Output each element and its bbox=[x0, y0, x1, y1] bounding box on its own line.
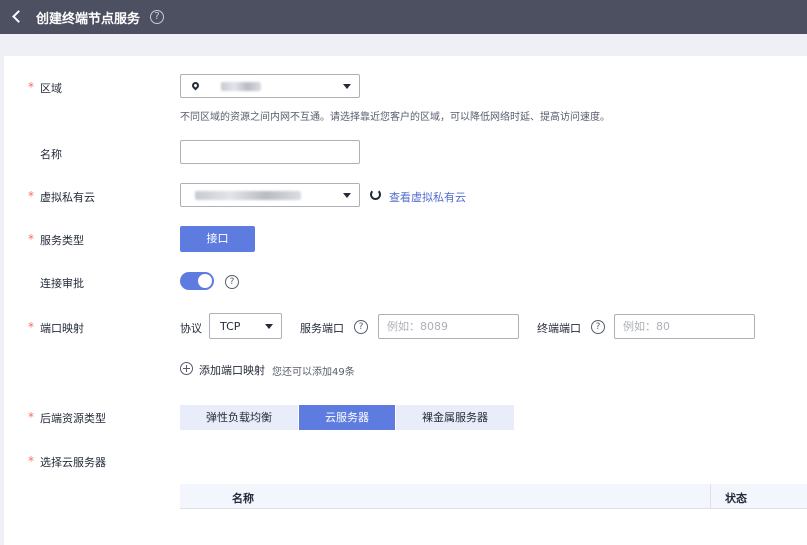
column-status[interactable]: 状态 bbox=[725, 490, 747, 506]
approval-toggle[interactable] bbox=[180, 272, 214, 290]
backend-type-label: 后端资源类型 bbox=[40, 412, 106, 425]
required-mark: * bbox=[28, 454, 34, 468]
remaining-hint: 您还可以添加49条 bbox=[272, 367, 355, 378]
name-label: 名称 bbox=[40, 148, 62, 161]
interface-type-button[interactable]: 接口 bbox=[180, 226, 255, 252]
add-circle-icon[interactable] bbox=[180, 362, 193, 375]
region-value-redacted bbox=[221, 82, 261, 91]
chevron-down-icon bbox=[265, 324, 273, 329]
help-icon[interactable]: ? bbox=[354, 320, 368, 334]
port-mapping-label: 端口映射 bbox=[40, 322, 84, 335]
add-port-mapping-link[interactable]: 添加端口映射 bbox=[199, 362, 265, 378]
region-label: 区域 bbox=[40, 82, 62, 95]
vpc-label: 虚拟私有云 bbox=[40, 191, 95, 204]
backend-option-ecs[interactable]: 云服务器 bbox=[299, 405, 395, 430]
back-arrow-icon[interactable] bbox=[10, 10, 24, 24]
refresh-icon[interactable] bbox=[370, 189, 381, 200]
protocol-select[interactable]: TCP bbox=[209, 313, 282, 339]
form-panel: * 区域 不同区域的资源之间内网不互通。请选择靠近您客户的区域，可以降低网络时延… bbox=[4, 56, 807, 545]
column-name[interactable]: 名称 bbox=[232, 490, 254, 506]
chevron-down-icon bbox=[343, 193, 351, 198]
chevron-down-icon bbox=[343, 84, 351, 89]
help-icon[interactable]: ? bbox=[591, 320, 605, 334]
protocol-label: 协议 bbox=[180, 322, 202, 335]
terminal-port-input[interactable] bbox=[614, 314, 755, 339]
protocol-value: TCP bbox=[220, 320, 241, 333]
name-input[interactable] bbox=[180, 140, 360, 164]
help-icon[interactable]: ? bbox=[150, 10, 165, 24]
service-port-label: 服务端口 bbox=[300, 322, 344, 335]
backend-option-elb[interactable]: 弹性负载均衡 bbox=[180, 405, 298, 430]
page-title: 创建终端节点服务 bbox=[36, 11, 141, 27]
required-mark: * bbox=[28, 232, 34, 246]
top-bar: 创建终端节点服务 ? bbox=[0, 0, 807, 34]
server-table-header: 名称 状态 bbox=[180, 484, 807, 509]
terminal-port-label: 终端端口 bbox=[537, 322, 581, 335]
required-mark: * bbox=[28, 80, 34, 94]
service-port-input[interactable] bbox=[378, 314, 519, 339]
vpc-select[interactable] bbox=[180, 183, 360, 207]
service-type-label: 服务类型 bbox=[40, 234, 84, 247]
view-vpc-link[interactable]: 查看虚拟私有云 bbox=[389, 189, 466, 205]
select-server-label: 选择云服务器 bbox=[40, 456, 106, 469]
column-divider bbox=[710, 484, 711, 509]
region-select[interactable] bbox=[180, 74, 360, 98]
approval-label: 连接审批 bbox=[40, 277, 84, 290]
location-pin-icon bbox=[190, 80, 201, 91]
required-mark: * bbox=[28, 189, 34, 203]
vpc-value-redacted bbox=[195, 191, 301, 200]
region-hint: 不同区域的资源之间内网不互通。请选择靠近您客户的区域，可以降低网络时延、提高访问… bbox=[180, 112, 610, 123]
required-mark: * bbox=[28, 320, 34, 334]
required-mark: * bbox=[28, 410, 34, 424]
help-icon[interactable]: ? bbox=[225, 275, 239, 289]
backend-option-bms[interactable]: 裸金属服务器 bbox=[396, 405, 514, 430]
